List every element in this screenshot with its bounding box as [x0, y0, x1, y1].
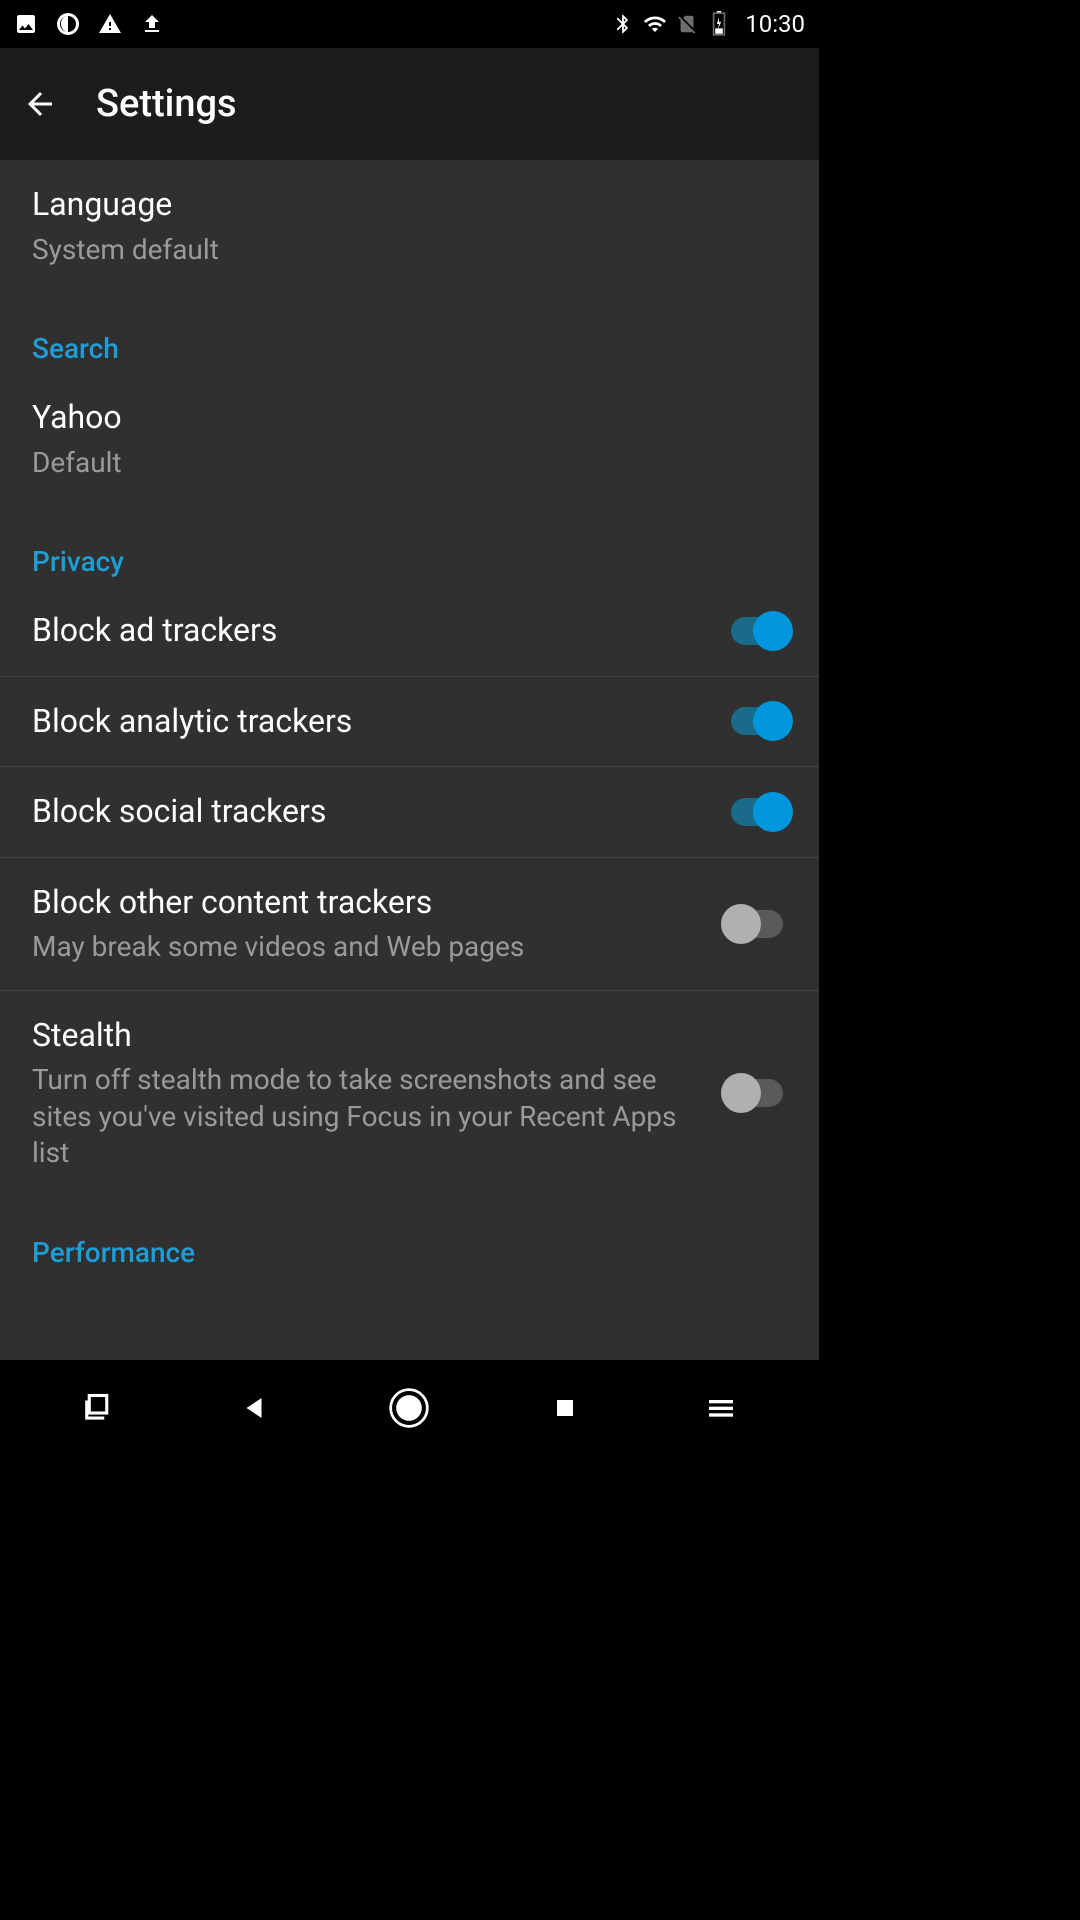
setting-search-engine[interactable]: Yahoo Default	[0, 373, 819, 505]
setting-stealth-title: Stealth	[32, 1015, 703, 1057]
setting-block-social-title: Block social trackers	[32, 791, 703, 833]
setting-block-other-trackers[interactable]: Block other content trackers May break s…	[0, 858, 819, 990]
section-header-search: Search	[0, 292, 819, 373]
wifi-icon	[643, 12, 667, 36]
recent-apps-icon	[83, 1393, 113, 1423]
status-time: 10:30	[745, 10, 805, 38]
setting-search-engine-subtitle: Default	[32, 445, 787, 481]
status-left-icons	[14, 12, 164, 36]
picture-icon	[14, 12, 38, 36]
battery-icon	[707, 12, 731, 36]
no-sim-icon	[675, 12, 699, 36]
setting-block-analytic-trackers[interactable]: Block analytic trackers	[0, 677, 819, 767]
setting-search-engine-title: Yahoo	[32, 397, 787, 439]
toggle-block-social-trackers[interactable]	[727, 792, 787, 832]
setting-language-subtitle: System default	[32, 232, 787, 268]
section-header-performance: Performance	[0, 1196, 819, 1277]
toggle-block-ad-trackers[interactable]	[727, 611, 787, 651]
setting-stealth-subtitle: Turn off stealth mode to take screenshot…	[32, 1062, 703, 1171]
toggle-stealth[interactable]	[727, 1073, 787, 1113]
nav-home-button[interactable]	[385, 1384, 433, 1432]
arrow-back-icon	[22, 86, 58, 122]
toggle-block-analytic-trackers[interactable]	[727, 701, 787, 741]
nav-back-button[interactable]	[230, 1384, 278, 1432]
navigation-bar	[0, 1360, 819, 1456]
bluetooth-icon	[611, 12, 635, 36]
setting-block-social-trackers[interactable]: Block social trackers	[0, 767, 819, 857]
upload-icon	[140, 12, 164, 36]
setting-language[interactable]: Language System default	[0, 160, 819, 292]
setting-block-other-subtitle: May break some videos and Web pages	[32, 929, 703, 965]
setting-block-analytic-title: Block analytic trackers	[32, 701, 703, 743]
nav-overview-button[interactable]	[541, 1384, 589, 1432]
home-circle-icon	[387, 1386, 431, 1430]
firefox-icon	[56, 12, 80, 36]
hamburger-icon	[705, 1392, 737, 1424]
back-button[interactable]	[16, 80, 64, 128]
warning-icon	[98, 12, 122, 36]
setting-block-other-title: Block other content trackers	[32, 882, 703, 924]
square-icon	[553, 1396, 577, 1420]
nav-menu-button[interactable]	[697, 1384, 745, 1432]
page-title: Settings	[96, 82, 237, 126]
status-right-icons: 10:30	[611, 10, 805, 38]
triangle-back-icon	[239, 1393, 269, 1423]
section-header-privacy: Privacy	[0, 505, 819, 586]
setting-block-ad-trackers[interactable]: Block ad trackers	[0, 586, 819, 676]
setting-stealth[interactable]: Stealth Turn off stealth mode to take sc…	[0, 991, 819, 1196]
setting-language-title: Language	[32, 184, 787, 226]
status-bar: 10:30	[0, 0, 819, 48]
nav-recent-apps-button[interactable]	[74, 1384, 122, 1432]
app-bar: Settings	[0, 48, 819, 160]
settings-content[interactable]: Language System default Search Yahoo Def…	[0, 160, 819, 1360]
toggle-block-other-trackers[interactable]	[727, 904, 787, 944]
setting-block-ad-title: Block ad trackers	[32, 610, 703, 652]
